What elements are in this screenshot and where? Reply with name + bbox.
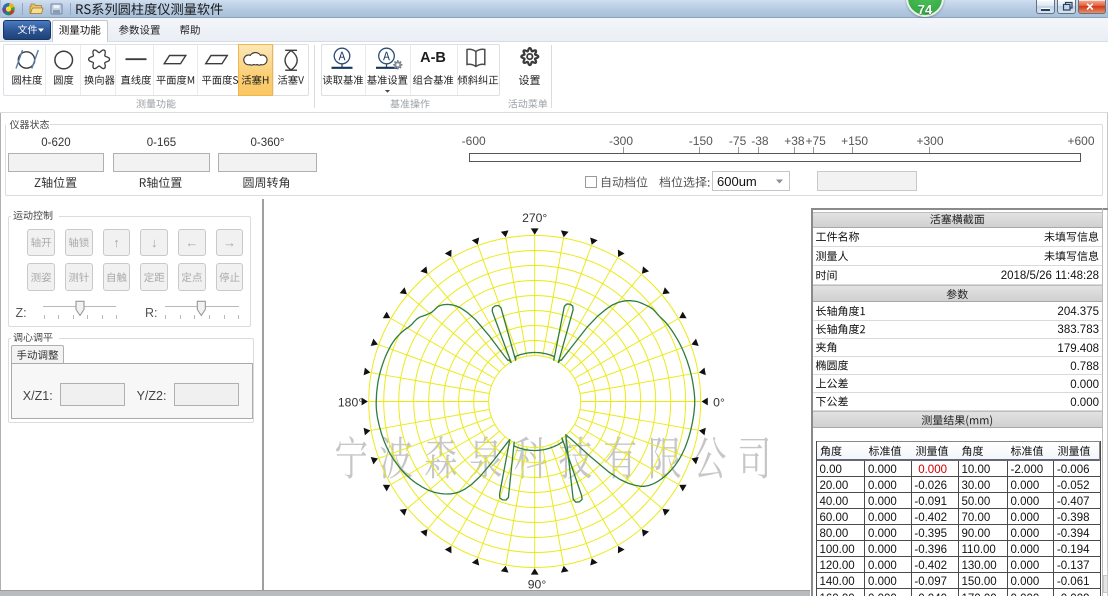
svg-text:270°: 270° xyxy=(522,211,547,225)
svg-text:180°: 180° xyxy=(338,396,363,410)
svg-text:90°: 90° xyxy=(528,578,547,592)
svg-text:0°: 0° xyxy=(713,396,725,410)
svg-text:A-B: A-B xyxy=(420,50,446,66)
